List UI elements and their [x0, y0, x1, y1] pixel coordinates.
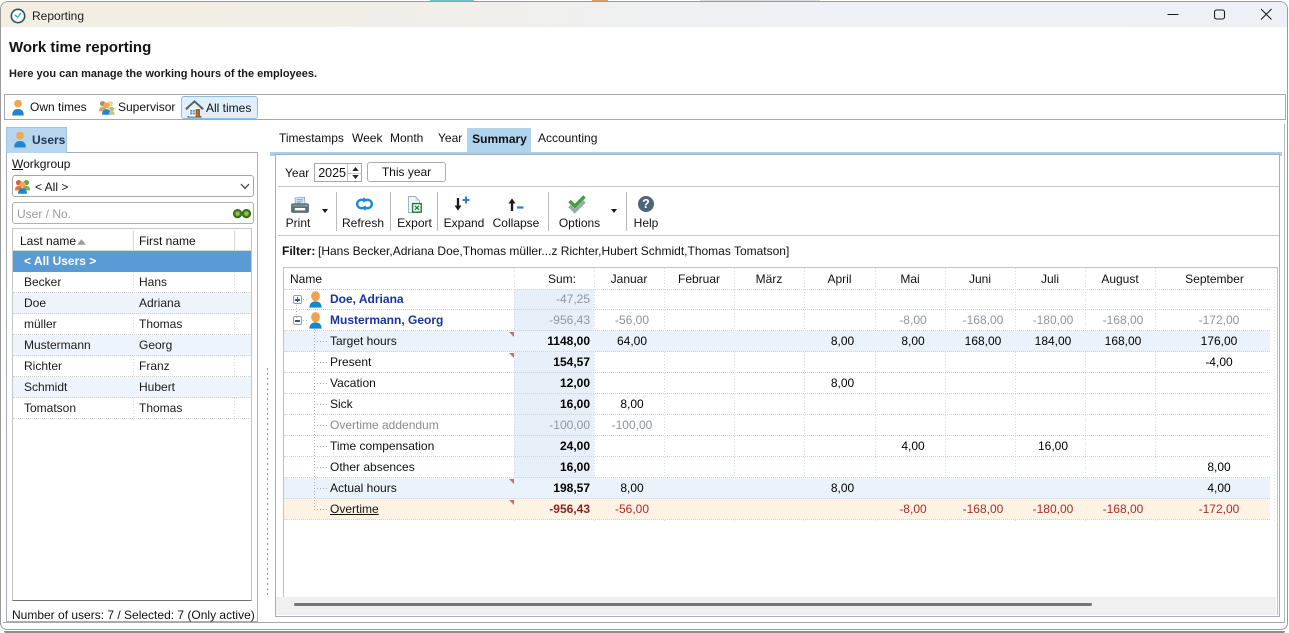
svg-text:?: ?: [642, 197, 650, 211]
